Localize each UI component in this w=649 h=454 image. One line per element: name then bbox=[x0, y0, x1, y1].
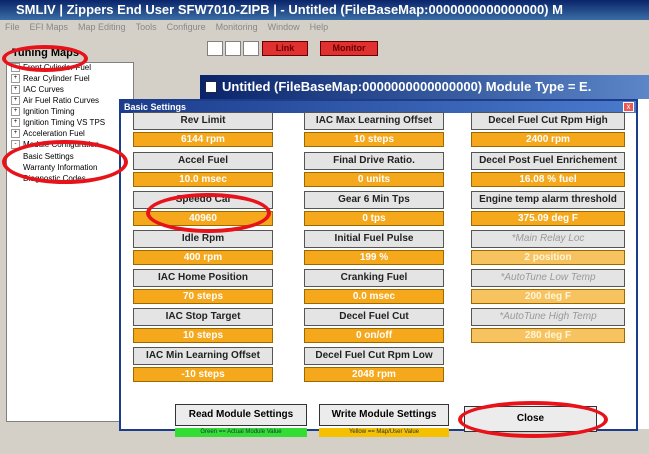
setting-value-field[interactable]: -10 steps bbox=[133, 367, 273, 382]
menu-item[interactable]: Map Editing bbox=[78, 22, 126, 32]
annotation-ring-speedo-cal bbox=[146, 193, 271, 233]
document-icon bbox=[205, 81, 217, 93]
setting-label: Decel Fuel Cut Rpm Low bbox=[304, 347, 444, 365]
setting-label: IAC Stop Target bbox=[133, 308, 273, 326]
setting-label: Decel Fuel Cut Rpm High bbox=[471, 112, 625, 130]
link-button[interactable]: Link bbox=[262, 41, 308, 56]
tree-item[interactable]: + Rear Cylinder Fuel bbox=[11, 74, 90, 84]
open-folder-icon[interactable] bbox=[225, 41, 241, 56]
setting-label: Decel Post Fuel Enrichement bbox=[471, 152, 625, 170]
setting-value-field[interactable]: 2400 rpm bbox=[471, 132, 625, 147]
setting-label: Cranking Fuel bbox=[304, 269, 444, 287]
setting-value-field[interactable]: 0 tps bbox=[304, 211, 444, 226]
tree-item-label: Acceleration Fuel bbox=[23, 129, 85, 138]
setting-value-field[interactable]: 199 % bbox=[304, 250, 444, 265]
setting-value-field[interactable]: 200 deg F bbox=[471, 289, 625, 304]
tree-item[interactable]: + Acceleration Fuel bbox=[11, 129, 85, 139]
save-icon[interactable] bbox=[243, 41, 259, 56]
expand-icon[interactable]: + bbox=[11, 96, 20, 106]
tree-item[interactable]: + Ignition Timing VS TPS bbox=[11, 118, 105, 128]
legend-yellow: Yellow == Map/User Value bbox=[319, 428, 449, 437]
expand-icon[interactable]: + bbox=[11, 118, 20, 128]
tuning-maps-tree[interactable]: + Front Cylinder Fuel + Rear Cylinder Fuel +… bbox=[6, 62, 134, 422]
legend-green: Green == Actual Module Value bbox=[175, 428, 307, 437]
tree-item-label: Ignition Timing VS TPS bbox=[23, 118, 106, 127]
setting-value-field[interactable]: 0.0 msec bbox=[304, 289, 444, 304]
tree-item[interactable]: + IAC Curves bbox=[11, 85, 64, 95]
annotation-ring-tuning-maps bbox=[2, 45, 88, 72]
setting-label: Decel Fuel Cut bbox=[304, 308, 444, 326]
setting-value-field[interactable]: 70 steps bbox=[133, 289, 273, 304]
write-module-settings-button[interactable]: Write Module Settings bbox=[319, 404, 449, 426]
setting-label: IAC Max Learning Offset bbox=[304, 112, 444, 130]
setting-value-field[interactable]: 2 position bbox=[471, 250, 625, 265]
menu-item[interactable]: EFI Maps bbox=[30, 22, 69, 32]
setting-value-field[interactable]: 10 steps bbox=[304, 132, 444, 147]
setting-value-field[interactable]: 400 rpm bbox=[133, 250, 273, 265]
annotation-ring-close bbox=[458, 401, 608, 438]
setting-label: IAC Min Learning Offset bbox=[133, 347, 273, 365]
setting-label: *AutoTune Low Temp bbox=[471, 269, 625, 287]
tree-item-label: Air Fuel Ratio Curves bbox=[23, 96, 100, 105]
setting-value-field[interactable]: 16.08 % fuel bbox=[471, 172, 625, 187]
setting-label: Accel Fuel bbox=[133, 152, 273, 170]
tree-item[interactable]: + Ignition Timing bbox=[11, 107, 75, 117]
annotation-ring-basic-settings bbox=[2, 140, 128, 184]
expand-icon[interactable]: + bbox=[11, 129, 20, 139]
menu-bar: File EFI Maps Map Editing Tools Configure Mon… bbox=[0, 20, 649, 34]
read-module-settings-button[interactable]: Read Module Settings bbox=[175, 404, 307, 426]
setting-label: Engine temp alarm threshold bbox=[471, 191, 625, 209]
menu-item[interactable]: File bbox=[5, 22, 20, 32]
setting-label: *Main Relay Loc bbox=[471, 230, 625, 248]
new-file-icon[interactable] bbox=[207, 41, 223, 56]
setting-value-field[interactable]: 0 units bbox=[304, 172, 444, 187]
setting-label: *AutoTune High Temp bbox=[471, 308, 625, 326]
close-icon[interactable]: x bbox=[623, 102, 634, 112]
menu-item[interactable]: Monitoring bbox=[216, 22, 258, 32]
setting-label: Initial Fuel Pulse bbox=[304, 230, 444, 248]
window-title: SMLIV | Zippers End User SFW7010-ZIPB | … bbox=[0, 0, 649, 20]
menu-item[interactable]: Window bbox=[268, 22, 300, 32]
setting-value-field[interactable]: 0 on/off bbox=[304, 328, 444, 343]
menu-item[interactable]: Tools bbox=[136, 22, 157, 32]
setting-label: Rev Limit bbox=[133, 112, 273, 130]
monitor-button[interactable]: Monitor bbox=[320, 41, 378, 56]
setting-label: Final Drive Ratio. bbox=[304, 152, 444, 170]
expand-icon[interactable]: + bbox=[11, 107, 20, 117]
setting-label: IAC Home Position bbox=[133, 269, 273, 287]
setting-value-field[interactable]: 10 steps bbox=[133, 328, 273, 343]
tree-item-label: Ignition Timing bbox=[23, 107, 75, 116]
setting-value-field[interactable]: 2048 rpm bbox=[304, 367, 444, 382]
setting-value-field[interactable]: 10.0 msec bbox=[133, 172, 273, 187]
tree-item-label: Rear Cylinder Fuel bbox=[23, 74, 90, 83]
child-window-title: Untitled (FileBaseMap:0000000000000000) … bbox=[200, 75, 649, 99]
tree-item[interactable]: + Air Fuel Ratio Curves bbox=[11, 96, 99, 106]
setting-value-field[interactable]: 280 deg F bbox=[471, 328, 625, 343]
expand-icon[interactable]: + bbox=[11, 85, 20, 95]
basic-settings-dialog: Basic Settings x Read Module Settings Gr… bbox=[119, 99, 638, 437]
setting-label: Gear 6 Min Tps bbox=[304, 191, 444, 209]
menu-item[interactable]: Configure bbox=[167, 22, 206, 32]
tree-item-label: IAC Curves bbox=[23, 85, 64, 94]
setting-value-field[interactable]: 375.09 deg F bbox=[471, 211, 625, 226]
menu-item[interactable]: Help bbox=[310, 22, 329, 32]
setting-value-field[interactable]: 6144 rpm bbox=[133, 132, 273, 147]
expand-icon[interactable]: + bbox=[11, 74, 20, 84]
